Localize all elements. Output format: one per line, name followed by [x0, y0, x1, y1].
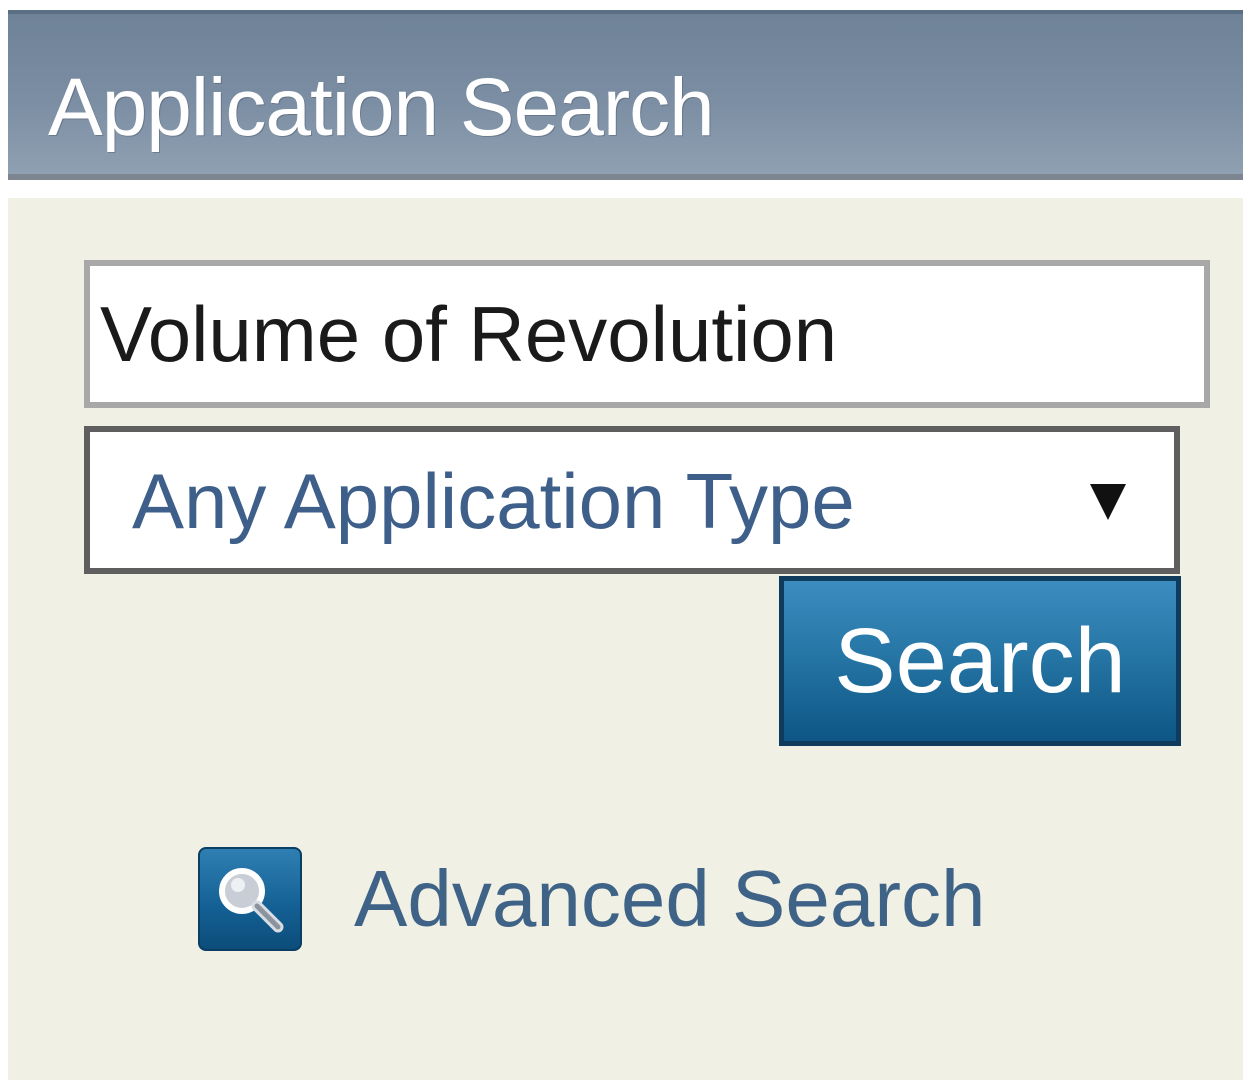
- application-search-panel: Application Search Any Application Type …: [8, 10, 1243, 1080]
- application-type-selected: Any Application Type: [132, 457, 855, 545]
- dropdown-arrow-icon: [1090, 484, 1126, 520]
- advanced-search-link[interactable]: Advanced Search: [198, 846, 986, 952]
- panel-title: Application Search: [48, 62, 715, 153]
- application-type-select[interactable]: Any Application Type: [84, 426, 1180, 574]
- header-separator: [8, 180, 1243, 198]
- search-input[interactable]: [84, 260, 1210, 408]
- panel-header: Application Search: [8, 10, 1243, 180]
- search-button[interactable]: Search: [779, 576, 1181, 746]
- magnifier-icon: [198, 847, 302, 951]
- magnifier-icon-glyph: [219, 868, 284, 933]
- advanced-search-label: Advanced Search: [354, 854, 986, 943]
